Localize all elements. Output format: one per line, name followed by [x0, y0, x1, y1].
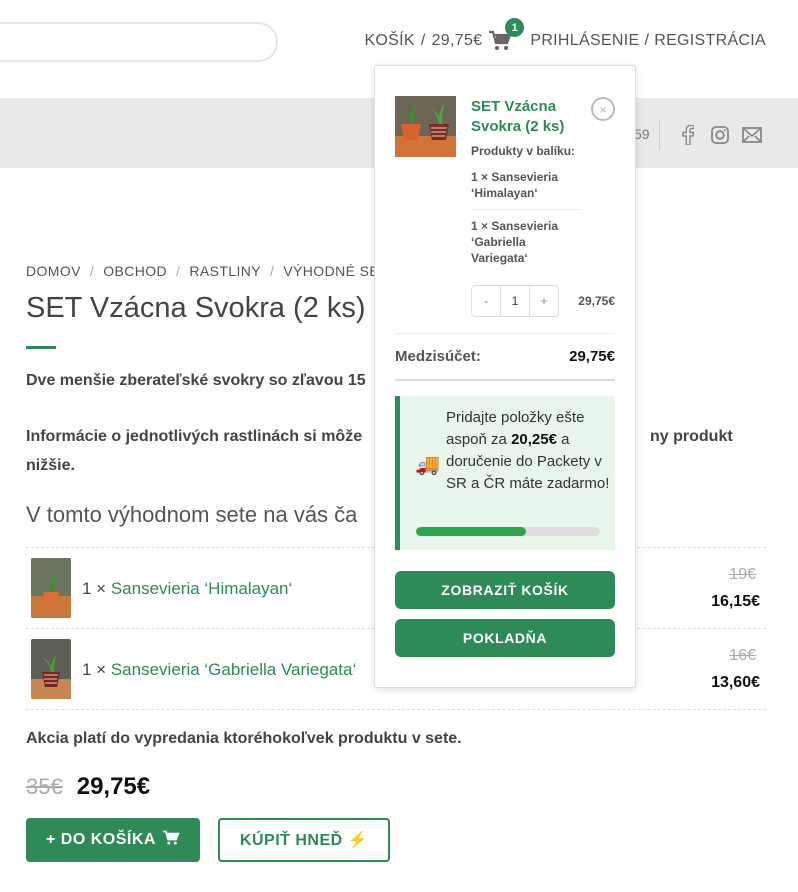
mini-cart-line-price: 29,75€ — [578, 294, 615, 308]
mini-cart-item-title[interactable]: SET Vzácna Svokra (2 ks) — [471, 97, 581, 137]
info-text-start: Informácie o jednotlivých rastlinách si … — [26, 428, 363, 445]
cart-label: KOŠÍK — [364, 32, 415, 49]
free-shipping-amount: 20,25€ — [511, 431, 557, 448]
breadcrumb-home[interactable]: DOMOV — [26, 263, 81, 279]
bundle-item: 1 × Sansevieria ‘Himalayan‘ — [471, 169, 581, 210]
breadcrumb: DOMOV / OBCHOD / RASTLINY / VÝHODNÉ SET — [26, 263, 388, 279]
qty-input[interactable]: 1 — [500, 286, 530, 316]
item-old-price: 16€ — [729, 647, 756, 664]
item-new-price: 13,60€ — [711, 674, 760, 691]
breadcrumb-shop[interactable]: OBCHOD — [103, 263, 167, 279]
bundle-item-qty: 1 × — [82, 579, 107, 598]
free-shipping-progress — [416, 527, 600, 536]
cart-icon — [162, 830, 180, 851]
bundle-item-text: 1 × Sansevieria ‘Gabriella Variegata‘ — [82, 660, 356, 680]
social-links — [659, 120, 762, 150]
promo-note: Akcia platí do vypredania ktoréhokoľvek … — [26, 730, 462, 747]
add-to-cart-button[interactable]: + DO KOŠÍKA — [26, 818, 200, 862]
cart-link[interactable]: KOŠÍK / 29,75€ 1 — [364, 18, 525, 52]
bundle-item-text: 1 × Sansevieria ‘Himalayan‘ — [82, 579, 292, 599]
phone-number: 59 — [634, 126, 650, 142]
breadcrumb-separator: / — [270, 263, 275, 279]
register-link[interactable]: REGISTRÁCIA — [654, 32, 766, 50]
email-icon[interactable] — [742, 125, 762, 145]
product-description: Dve menšie zberateľské svokry so zľavou … — [26, 372, 366, 389]
price-line: 35€ 29,75€ — [26, 773, 150, 801]
view-cart-button[interactable]: ZOBRAZIŤ KOŠÍK — [395, 571, 615, 609]
product-thumbnail[interactable] — [31, 558, 71, 618]
breadcrumb-separator: / — [89, 263, 95, 279]
checkout-button[interactable]: POKLADŇA — [395, 619, 615, 657]
quantity-stepper: - 1 + — [471, 285, 559, 317]
login-link[interactable]: PRIHLÁSENIE — [530, 32, 639, 50]
account-separator: / — [644, 32, 650, 49]
cart-total: 29,75€ — [431, 32, 483, 49]
truck-icon: 🚚 — [415, 454, 440, 476]
header-nav: KOŠÍK / 29,75€ 1 PRIHLÁSENIE / REGISTRÁC… — [364, 18, 766, 52]
mini-cart-dropdown: SET Vzácna Svokra (2 ks) × Produkty v ba… — [374, 65, 636, 688]
qty-plus-button[interactable]: + — [530, 294, 558, 308]
old-price: 35€ — [26, 774, 63, 799]
subtotal-row: Medzisúčet: 29,75€ — [395, 333, 615, 381]
info-text-next: nižšie. — [26, 457, 75, 474]
bundle-item-link[interactable]: Sansevieria ‘Himalayan‘ — [111, 579, 292, 598]
free-shipping-notice: 🚚 Pridajte položky ešte aspoň za 20,25€ … — [395, 396, 615, 550]
buy-now-button[interactable]: KÚPIŤ HNEĎ ⚡ — [218, 818, 390, 862]
remove-item-icon[interactable]: × — [591, 97, 615, 121]
buy-now-label: KÚPIŤ HNEĎ ⚡ — [239, 832, 369, 849]
title-underline — [26, 346, 56, 349]
product-thumbnail[interactable] — [31, 639, 71, 699]
page-title: SET Vzácna Svokra (2 ks) — [26, 292, 366, 324]
subtotal-label: Medzisúčet: — [395, 348, 481, 365]
qty-minus-button[interactable]: - — [472, 294, 500, 308]
free-shipping-text: Pridajte položky ešte aspoň za 20,25€ a … — [446, 407, 610, 495]
progress-fill — [416, 527, 527, 536]
subtotal-value: 29,75€ — [569, 348, 615, 365]
bundle-label: Produkty v balíku: — [471, 144, 576, 158]
cart-count-badge: 1 — [505, 18, 525, 37]
item-old-price: 19€ — [729, 566, 756, 583]
add-to-cart-label: + DO KOŠÍKA — [46, 831, 156, 848]
breadcrumb-plants[interactable]: RASTLINY — [189, 263, 261, 279]
info-text-end: ny produkt — [650, 428, 733, 445]
cart-icon: 1 — [488, 18, 525, 52]
mini-cart-thumbnail[interactable] — [395, 96, 456, 157]
facebook-icon[interactable] — [678, 125, 698, 145]
set-subheading: V tomto výhodnom sete na vás ča — [26, 502, 358, 527]
breadcrumb-sets[interactable]: VÝHODNÉ SET — [283, 263, 388, 279]
cart-separator: / — [420, 32, 426, 49]
breadcrumb-separator: / — [176, 263, 181, 279]
bundle-item-link[interactable]: Sansevieria ‘Gabriella Variegata‘ — [111, 660, 356, 679]
bundle-item: 1 × Sansevieria ‘Gabriella Variegata‘ — [471, 219, 559, 265]
bundle-item-qty: 1 × — [82, 660, 107, 679]
search-input[interactable] — [0, 22, 278, 62]
instagram-icon[interactable] — [710, 125, 730, 145]
item-new-price: 16,15€ — [711, 593, 760, 610]
divider — [659, 120, 660, 150]
current-price: 29,75€ — [76, 773, 151, 800]
